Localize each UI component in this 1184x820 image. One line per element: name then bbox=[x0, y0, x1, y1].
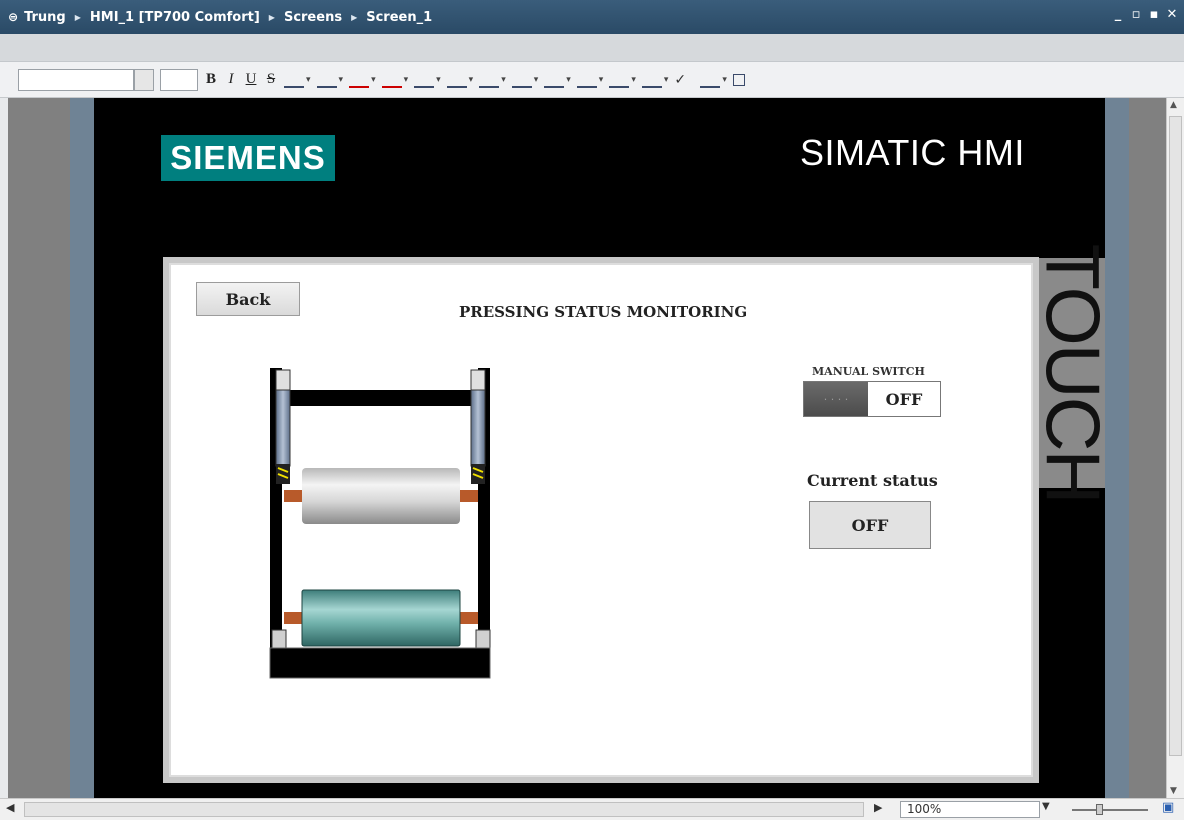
manual-switch-value: OFF bbox=[885, 389, 923, 409]
roller-bottom-axle-left bbox=[284, 612, 302, 624]
dropdown-icon[interactable]: ▾ bbox=[631, 75, 636, 85]
line-style-icon[interactable] bbox=[446, 72, 467, 88]
scroll-up-icon[interactable]: ▲ bbox=[1170, 100, 1177, 110]
roller-bottom-axle-right bbox=[460, 612, 478, 624]
dropdown-icon[interactable]: ▾ bbox=[664, 75, 669, 85]
font-size-select[interactable] bbox=[160, 68, 198, 91]
breadcrumb: ⊜ Trung ▶ HMI_1 [TP700 Comfort] ▶ Screen… bbox=[8, 10, 432, 25]
press-base bbox=[269, 647, 491, 679]
align-objects-icon[interactable] bbox=[511, 72, 532, 88]
strikethrough-button[interactable]: S bbox=[264, 69, 278, 91]
dropdown-icon[interactable]: ▾ bbox=[534, 75, 539, 85]
text-align-icon[interactable] bbox=[316, 72, 337, 88]
scroll-down-icon[interactable]: ▼ bbox=[1170, 786, 1177, 796]
current-status-indicator: OFF bbox=[809, 501, 931, 549]
dropdown-icon[interactable]: ▾ bbox=[566, 75, 571, 85]
dropdown-icon[interactable]: ▾ bbox=[501, 75, 506, 85]
dropdown-icon[interactable]: ▾ bbox=[339, 75, 344, 85]
tia-portal-window: ⊜ Trung ▶ HMI_1 [TP700 Comfort] ▶ Screen… bbox=[0, 0, 1184, 820]
manual-switch[interactable]: · · · · OFF bbox=[803, 381, 941, 417]
breadcrumb-item-device[interactable]: HMI_1 [TP700 Comfort] bbox=[90, 10, 260, 25]
roller-bottom bbox=[301, 589, 461, 647]
fit-view-icon[interactable]: ▣ bbox=[1162, 800, 1174, 815]
roller-top-axle-left bbox=[284, 490, 302, 502]
bottom-status-bar: ◀ ▶ 100% ▼ ▣ bbox=[0, 798, 1184, 820]
touch-label: TOUCH bbox=[1029, 243, 1115, 503]
manual-switch-label: MANUAL SWITCH bbox=[812, 365, 925, 378]
font-menu-icon[interactable] bbox=[134, 68, 154, 91]
bold-button[interactable]: B bbox=[204, 69, 218, 91]
group-icon[interactable] bbox=[641, 72, 662, 88]
dropdown-icon[interactable]: ▾ bbox=[306, 75, 311, 85]
underline-button[interactable]: U bbox=[244, 69, 258, 91]
switch-knob[interactable]: · · · · bbox=[804, 382, 868, 416]
touch-label-panel: TOUCH bbox=[1030, 244, 1115, 503]
dropdown-icon[interactable]: ▾ bbox=[599, 75, 604, 85]
rotate-icon[interactable] bbox=[544, 72, 565, 88]
breadcrumb-item-screens[interactable]: Screens bbox=[284, 10, 342, 25]
zoom-slider[interactable] bbox=[1072, 809, 1148, 811]
device-frame-left bbox=[70, 98, 94, 798]
dropdown-icon[interactable]: ▾ bbox=[371, 75, 376, 85]
project-tree-icon[interactable]: ⊜ bbox=[8, 10, 18, 24]
fill-color-icon[interactable] bbox=[381, 72, 402, 88]
vertical-scrollbar[interactable]: ▲ ▼ bbox=[1166, 98, 1184, 798]
scroll-left-icon[interactable]: ◀ bbox=[6, 801, 14, 814]
scroll-right-icon[interactable]: ▶ bbox=[874, 801, 882, 814]
line-color-icon[interactable] bbox=[414, 72, 435, 88]
roller-top-axle-right bbox=[460, 490, 478, 502]
formatting-toolbar: B I U S ▾ ▾ ▾ ▾ ▾ ▾ ▾ ▾ ▾ ▾ ▾ ▾ ✓ ▾ bbox=[0, 62, 1184, 98]
close-icon[interactable]: ✕ bbox=[1166, 8, 1178, 22]
italic-button[interactable]: I bbox=[224, 69, 238, 91]
zoom-select-icon[interactable] bbox=[732, 73, 745, 86]
chevron-right-icon: ▶ bbox=[74, 12, 81, 22]
editor-header-bar bbox=[0, 34, 1184, 62]
frame-top-bar bbox=[280, 390, 480, 408]
back-button[interactable]: Back bbox=[196, 282, 300, 316]
format-painter-icon[interactable]: ✓ bbox=[674, 72, 694, 88]
layer-icon[interactable] bbox=[700, 72, 721, 88]
window-controls: _ ▫ ▪ ✕ bbox=[1112, 8, 1178, 22]
scroll-thumb[interactable] bbox=[1169, 116, 1182, 756]
page-title: PRESSING STATUS MONITORING bbox=[459, 303, 748, 321]
font-size-icon[interactable] bbox=[284, 72, 304, 88]
distribute-icon[interactable] bbox=[576, 72, 597, 88]
maximize-icon[interactable]: ▪ bbox=[1148, 8, 1160, 22]
press-machine-graphic[interactable] bbox=[266, 364, 494, 682]
zoom-slider-handle[interactable] bbox=[1096, 804, 1103, 815]
roller-top bbox=[302, 468, 460, 524]
zoom-select[interactable]: 100% bbox=[900, 801, 1040, 818]
breadcrumb-item-project[interactable]: Trung bbox=[24, 10, 66, 25]
dropdown-icon[interactable]: ▾ bbox=[722, 75, 727, 85]
dropdown-icon[interactable]: ▾ bbox=[404, 75, 409, 85]
chevron-right-icon: ▶ bbox=[351, 12, 358, 22]
zoom-value: 100% bbox=[907, 802, 942, 816]
zoom-dropdown-icon[interactable]: ▼ bbox=[1042, 801, 1050, 812]
float-icon[interactable]: ▫ bbox=[1130, 8, 1142, 22]
breadcrumb-item-screen[interactable]: Screen_1 bbox=[366, 10, 432, 25]
product-name: SIMATIC HMI bbox=[800, 132, 1025, 173]
dropdown-icon[interactable]: ▾ bbox=[469, 75, 474, 85]
siemens-logo: SIEMENS bbox=[161, 135, 335, 181]
horizontal-scroll-thumb[interactable] bbox=[24, 802, 864, 817]
line-width-icon[interactable] bbox=[479, 72, 500, 88]
same-size-icon[interactable] bbox=[609, 72, 630, 88]
title-bar: ⊜ Trung ▶ HMI_1 [TP700 Comfort] ▶ Screen… bbox=[0, 0, 1184, 34]
font-color-icon[interactable] bbox=[349, 72, 370, 88]
dropdown-icon[interactable]: ▾ bbox=[436, 75, 441, 85]
font-name-select[interactable] bbox=[18, 68, 134, 91]
minimize-icon[interactable]: _ bbox=[1112, 8, 1124, 22]
current-status-label: Current status bbox=[807, 471, 938, 490]
chevron-right-icon: ▶ bbox=[268, 12, 275, 22]
